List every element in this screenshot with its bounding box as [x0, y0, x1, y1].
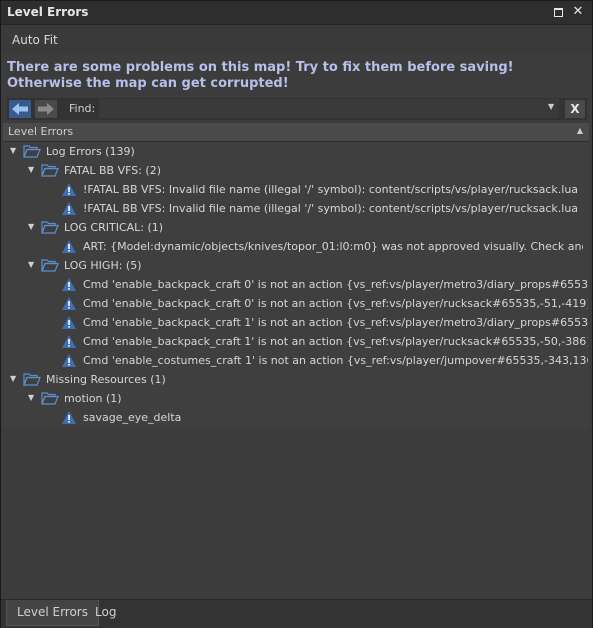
expand-arrow-icon[interactable]: ▼: [10, 146, 16, 155]
folder-open-icon: [41, 392, 59, 405]
tree-label: Cmd 'enable_backpack_craft 0' is not an …: [83, 297, 588, 310]
panel-title: Level Errors: [8, 125, 74, 138]
tree-item-error[interactable]: Cmd 'enable_backpack_craft 0' is not an …: [3, 294, 589, 313]
tab-log[interactable]: Log: [85, 600, 126, 625]
tree-label: savage_eye_delta: [83, 411, 182, 424]
tree-label: LOG HIGH: (5): [64, 259, 142, 272]
tree-label: Cmd 'enable_costumes_craft 1' is not an …: [83, 354, 588, 367]
expand-arrow-icon[interactable]: ▼: [28, 393, 34, 402]
folder-open-icon: [41, 259, 59, 272]
bottom-tab-bar: Level Errors Log: [1, 599, 592, 628]
find-bar: Find: ▼ X: [7, 98, 587, 120]
warning-icon: [62, 278, 76, 291]
folder-open-icon: [41, 221, 59, 234]
folder-open-icon: [41, 164, 59, 177]
tree-item-error[interactable]: Cmd 'enable_costumes_craft 1' is not an …: [3, 351, 589, 370]
tree-node-log-errors[interactable]: ▼ Log Errors (139): [3, 142, 589, 161]
expand-arrow-icon[interactable]: ▼: [10, 374, 16, 383]
tree-label: !FATAL BB VFS: Invalid file name (illega…: [83, 183, 579, 196]
clear-find-button[interactable]: X: [565, 100, 585, 118]
warning-icon: [62, 411, 76, 424]
find-dropdown-icon[interactable]: ▼: [548, 102, 560, 114]
arrow-right-icon: [38, 103, 54, 115]
window-title: Level Errors: [7, 5, 89, 19]
maximize-icon: [553, 8, 563, 17]
tree-item-error[interactable]: savage_eye_delta: [3, 408, 589, 427]
warning-icon: [62, 202, 76, 215]
tree-item-error[interactable]: Cmd 'enable_backpack_craft 1' is not an …: [3, 332, 589, 351]
warning-icon: [62, 335, 76, 348]
level-errors-window: Level Errors ✕ Auto Fit There are some p…: [0, 0, 593, 628]
maximize-button[interactable]: [550, 4, 566, 20]
close-button[interactable]: ✕: [570, 4, 586, 20]
find-input[interactable]: [99, 99, 559, 118]
folder-open-icon: [23, 373, 41, 386]
warning-icon: [62, 316, 76, 329]
find-label: Find:: [69, 102, 96, 115]
warning-line-2: Otherwise the map can get corrupted!: [7, 76, 289, 91]
tree-item-error[interactable]: Cmd 'enable_backpack_craft 0' is not an …: [3, 275, 589, 294]
collapse-up-icon[interactable]: ▲: [577, 126, 583, 135]
forward-button[interactable]: [35, 100, 57, 118]
tree-label: Missing Resources (1): [46, 373, 166, 386]
tree-label: Log Errors (139): [46, 145, 135, 158]
expand-arrow-icon[interactable]: ▼: [28, 222, 34, 231]
warning-icon: [62, 297, 76, 310]
warning-icon: [62, 240, 76, 253]
empty-panel-area: [1, 429, 592, 599]
tree-node-motion[interactable]: ▼ motion (1): [3, 389, 589, 408]
tree-node-log-critical[interactable]: ▼ LOG CRITICAL: (1): [3, 218, 589, 237]
tree-item-error[interactable]: !FATAL BB VFS: Invalid file name (illega…: [3, 180, 589, 199]
folder-open-icon: [23, 145, 41, 158]
title-bar: Level Errors ✕: [1, 1, 592, 25]
arrow-left-icon: [12, 103, 28, 115]
tree-item-error[interactable]: Cmd 'enable_backpack_craft 1' is not an …: [3, 313, 589, 332]
tree-node-fatal-bb-vfs[interactable]: ▼ FATAL BB VFS: (2): [3, 161, 589, 180]
tree-label: LOG CRITICAL: (1): [64, 221, 164, 234]
tree-label: Cmd 'enable_backpack_craft 0' is not an …: [83, 278, 588, 291]
auto-fit-menu-item[interactable]: Auto Fit: [12, 33, 58, 47]
tree-item-error[interactable]: !FATAL BB VFS: Invalid file name (illega…: [3, 199, 589, 218]
warning-icon: [62, 354, 76, 367]
tree-item-error[interactable]: ART: {Model:dynamic/objects/knives/topor…: [3, 237, 589, 256]
warning-line-1: There are some problems on this map! Try…: [7, 60, 514, 75]
tree-label: FATAL BB VFS: (2): [64, 164, 162, 177]
tree-node-log-high[interactable]: ▼ LOG HIGH: (5): [3, 256, 589, 275]
tree-label: ART: {Model:dynamic/objects/knives/topor…: [83, 240, 583, 253]
back-button[interactable]: [9, 100, 31, 118]
expand-arrow-icon[interactable]: ▼: [28, 165, 34, 174]
error-tree: ▼ Log Errors (139) ▼ FATAL BB VFS: (2) !…: [3, 142, 589, 428]
tree-label: Cmd 'enable_backpack_craft 1' is not an …: [83, 316, 588, 329]
expand-arrow-icon[interactable]: ▼: [28, 260, 34, 269]
tree-label: Cmd 'enable_backpack_craft 1' is not an …: [83, 335, 588, 348]
warning-message: There are some problems on this map! Try…: [7, 60, 514, 92]
warning-icon: [62, 183, 76, 196]
menu-bar: Auto Fit: [1, 25, 592, 53]
tree-node-missing-resources[interactable]: ▼ Missing Resources (1): [3, 370, 589, 389]
tree-label: !FATAL BB VFS: Invalid file name (illega…: [83, 202, 579, 215]
tree-label: motion (1): [64, 392, 122, 405]
panel-header[interactable]: Level Errors ▲: [3, 123, 589, 142]
